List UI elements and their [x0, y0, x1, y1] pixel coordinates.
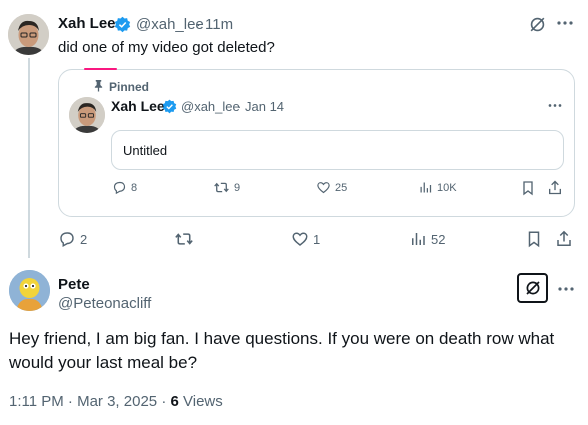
heart-icon [316, 180, 331, 195]
parent-views-action[interactable]: 52 [409, 230, 445, 248]
reply-icon [58, 230, 76, 248]
parent-retweet-action[interactable] [174, 230, 198, 248]
parent-reply-action[interactable]: 2 [58, 230, 87, 248]
grok-icon[interactable] [528, 15, 547, 34]
quoted-verified-badge-icon [162, 99, 177, 114]
quoted-bookmark-icon[interactable] [521, 180, 535, 196]
reply-meta-separator: · [67, 393, 78, 410]
retweet-icon [213, 180, 230, 195]
reply-date[interactable]: Mar 3, 2025 [77, 393, 157, 410]
thread-connector-line [28, 58, 30, 258]
parent-author-name[interactable]: Xah Lee [58, 15, 116, 32]
quoted-author-name[interactable]: Xah Lee [111, 98, 165, 114]
reply-tweet-text: Hey friend, I am big fan. I have questio… [9, 329, 555, 372]
pin-icon [93, 79, 104, 92]
reply-icon [112, 180, 127, 195]
parent-like-count: 1 [313, 231, 321, 247]
quoted-retweet-count: 9 [234, 181, 241, 194]
grok-icon [524, 279, 542, 297]
parent-bookmark-icon[interactable] [526, 230, 542, 248]
parent-share-icon[interactable] [555, 229, 573, 248]
parent-dot-separator: · [196, 16, 201, 33]
quoted-media-card[interactable]: Untitled [111, 130, 564, 170]
quoted-reply-action[interactable]: 8 [112, 180, 137, 195]
views-icon [418, 180, 433, 195]
parent-views-count: 52 [431, 231, 446, 247]
parent-like-action[interactable]: 1 [291, 230, 320, 248]
pinned-label: Pinned [109, 80, 150, 94]
parent-tweet-text: did one of my video got deleted? [58, 39, 275, 56]
quoted-dot-separator: · [237, 99, 242, 114]
reply-meta-line: 1:11 PM · Mar 3, 2025 · 6 Views [9, 393, 223, 410]
reply-more-icon[interactable] [558, 286, 574, 292]
parent-author-handle[interactable]: @xah_lee [136, 16, 204, 33]
quoted-like-count: 25 [335, 181, 348, 194]
quoted-date[interactable]: Jan 14 [245, 99, 284, 114]
reply-views-label: Views [183, 393, 223, 410]
views-icon [409, 230, 427, 248]
grok-button-focused[interactable] [517, 273, 548, 303]
reply-time[interactable]: 1:11 PM [9, 393, 64, 410]
parent-more-icon[interactable] [557, 20, 573, 26]
avatar-xah-lee[interactable] [8, 14, 49, 55]
retweet-icon [174, 230, 194, 248]
quoted-views-count: 10K [437, 181, 457, 194]
pinned-accent-bar [84, 68, 117, 70]
avatar-pete[interactable] [9, 270, 50, 311]
heart-icon [291, 230, 309, 248]
parent-timestamp[interactable]: 11m [205, 16, 233, 33]
quoted-author-handle[interactable]: @xah_lee [181, 99, 240, 114]
reply-views-count: 6 [170, 393, 179, 410]
quoted-more-icon[interactable] [548, 103, 562, 108]
quoted-avatar-xah-lee[interactable] [69, 97, 105, 133]
quoted-views-action[interactable]: 10K [418, 180, 457, 195]
quoted-share-icon[interactable] [547, 179, 563, 196]
quoted-reply-count: 8 [131, 181, 138, 194]
reply-author-handle[interactable]: @Peteonacliff [58, 295, 151, 312]
verified-badge-icon [114, 16, 131, 33]
quoted-media-title: Untitled [123, 143, 168, 158]
reply-author-name[interactable]: Pete [58, 276, 90, 293]
quoted-like-action[interactable]: 25 [316, 180, 347, 195]
quoted-retweet-action[interactable]: 9 [213, 180, 240, 195]
parent-reply-count: 2 [80, 231, 88, 247]
